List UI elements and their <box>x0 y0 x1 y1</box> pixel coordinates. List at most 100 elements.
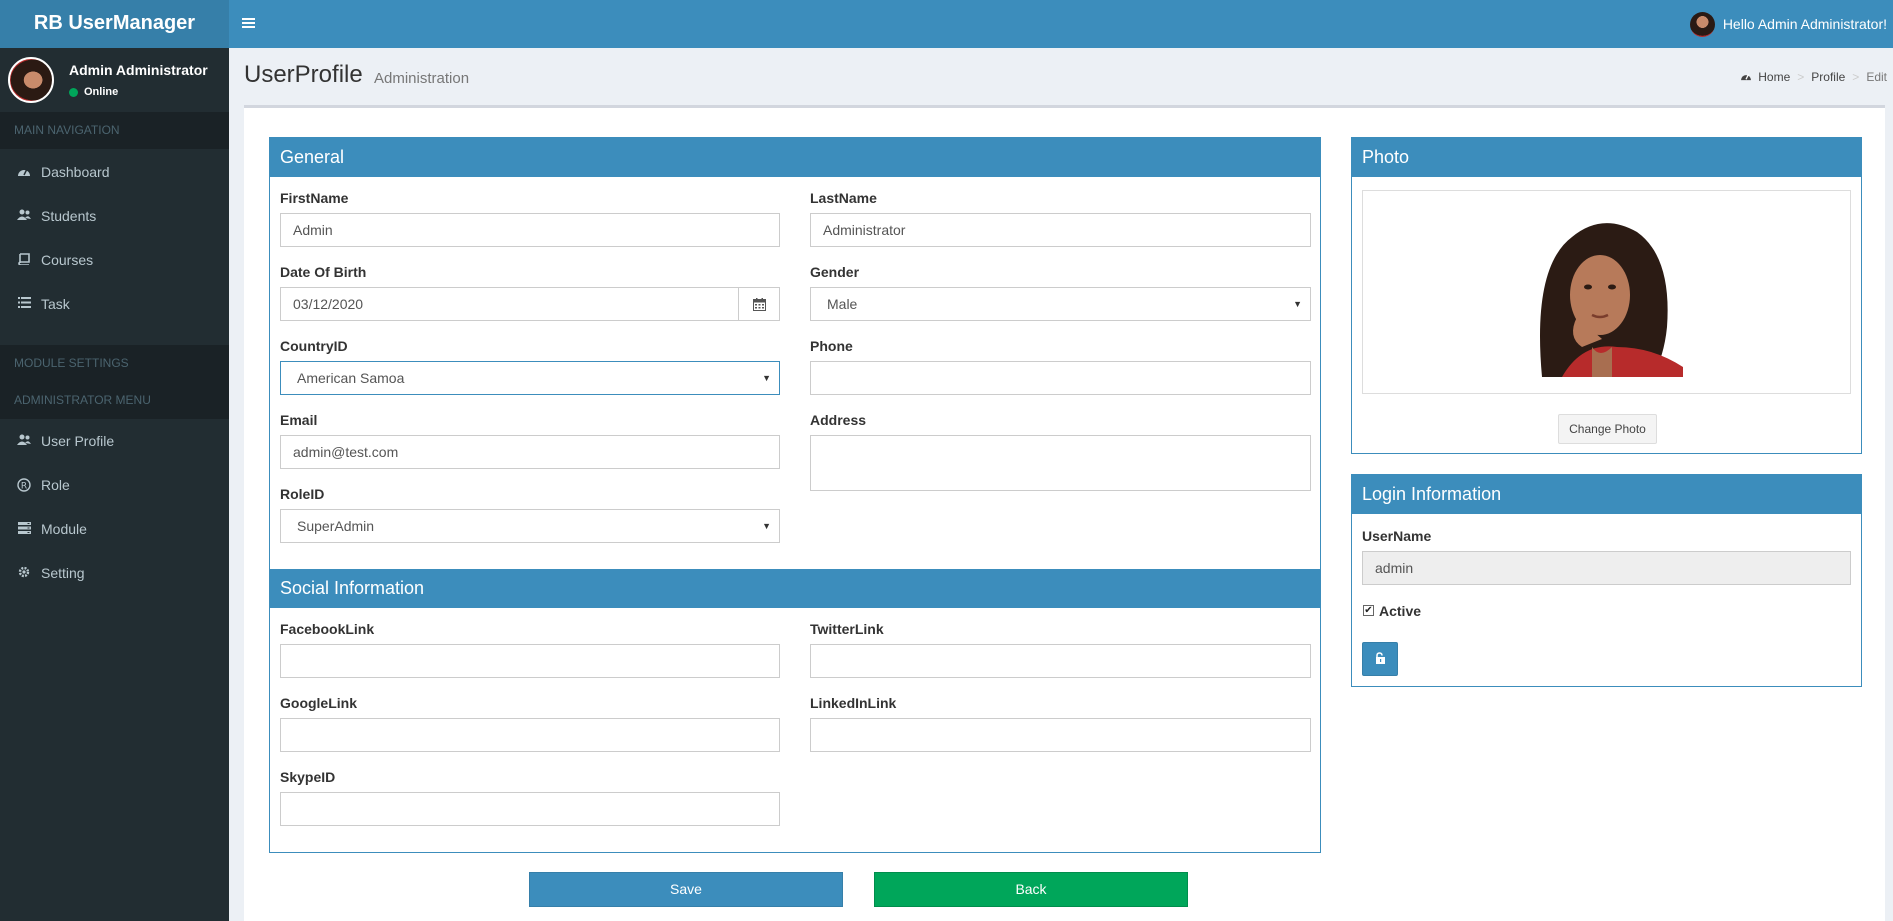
login-panel-title: Login Information <box>1352 475 1861 514</box>
change-photo-button[interactable]: Change Photo <box>1558 414 1657 444</box>
greeting-text: Hello Admin Administrator! <box>1722 16 1887 32</box>
sidebar-item-module[interactable]: Module <box>0 507 229 551</box>
nav-header-main: MAIN NAVIGATION <box>0 112 229 149</box>
linkedin-field[interactable] <box>810 718 1311 752</box>
social-panel-title: Social Information <box>270 569 1320 608</box>
firstname-field[interactable]: Admin <box>280 213 780 247</box>
sidebar-item-students[interactable]: Students <box>0 194 229 238</box>
dashboard-icon <box>1740 70 1752 84</box>
server-icon <box>17 522 31 536</box>
sidebar-item-role[interactable]: R Role <box>0 463 229 507</box>
nav-header-module-settings: MODULE SETTINGS <box>0 345 229 382</box>
users-icon <box>17 209 31 223</box>
role-label: RoleID <box>280 486 325 502</box>
calendar-icon[interactable] <box>738 287 780 321</box>
sidebar-item-label: User Profile <box>41 433 115 449</box>
user-menu[interactable]: Hello Admin Administrator! <box>1689 11 1887 37</box>
avatar <box>1689 11 1715 37</box>
chevron-down-icon: ▼ <box>762 521 771 531</box>
status-badge: Online <box>69 86 118 98</box>
sidebar-item-label: Role <box>41 477 70 493</box>
app-logo[interactable]: RB UserManager <box>0 0 229 48</box>
profile-photo <box>1522 207 1683 377</box>
country-selected-value: American Samoa <box>297 370 405 386</box>
unlock-icon <box>1375 651 1386 667</box>
sidebar-item-dashboard[interactable]: Dashboard <box>0 150 229 194</box>
phone-field[interactable] <box>810 361 1311 395</box>
active-checkbox[interactable]: ✔ <box>1363 605 1374 616</box>
google-field[interactable] <box>280 718 780 752</box>
lastname-label: LastName <box>810 190 877 206</box>
unlock-button[interactable] <box>1362 642 1398 676</box>
save-button[interactable]: Save <box>529 872 843 907</box>
gender-select[interactable]: Male ▼ <box>810 287 1311 321</box>
chevron-down-icon: ▼ <box>1293 299 1302 309</box>
photo-panel: Photo Change Photo <box>1351 137 1862 454</box>
chevron-down-icon: ▼ <box>762 373 771 383</box>
registered-icon: R <box>17 478 31 492</box>
sidebar-user-name: Admin Administrator <box>69 62 208 78</box>
username-field: admin <box>1362 551 1851 585</box>
twitter-field[interactable] <box>810 644 1311 678</box>
gear-icon <box>17 566 31 580</box>
breadcrumb-separator: > <box>1797 70 1805 84</box>
svg-text:R: R <box>21 482 27 492</box>
sidebar-item-courses[interactable]: Courses <box>0 238 229 282</box>
username-label: UserName <box>1362 528 1432 544</box>
sidebar-item-label: Courses <box>41 252 94 268</box>
photo-frame <box>1362 190 1851 394</box>
firstname-label: FirstName <box>280 190 349 206</box>
online-dot-icon <box>69 87 78 97</box>
linkedin-label: LinkedInLink <box>810 695 897 711</box>
breadcrumb: Home > Profile > Edit <box>1740 70 1887 84</box>
book-icon <box>17 253 31 267</box>
sidebar-item-setting[interactable]: Setting <box>0 551 229 595</box>
breadcrumb-profile[interactable]: Profile <box>1811 70 1845 84</box>
gender-selected-value: Male <box>827 296 858 312</box>
login-panel: Login Information UserName admin ✔ Activ… <box>1351 474 1862 687</box>
skype-field[interactable] <box>280 792 780 826</box>
sidebar-item-task[interactable]: Task <box>0 282 229 326</box>
gender-label: Gender <box>810 264 860 280</box>
sidebar-item-label: Setting <box>41 565 85 581</box>
country-select[interactable]: American Samoa ▼ <box>280 361 780 395</box>
menu-toggle-icon[interactable] <box>242 14 256 32</box>
nav-header-admin-menu: ADMINISTRATOR MENU <box>0 382 229 419</box>
email-field[interactable]: admin@test.com <box>280 435 780 469</box>
top-navbar: RB UserManager Hello Admin Administrator… <box>0 0 1893 48</box>
role-select[interactable]: SuperAdmin ▼ <box>280 509 780 543</box>
avatar <box>8 57 54 103</box>
dashboard-icon <box>17 165 31 179</box>
photo-panel-title: Photo <box>1352 138 1861 177</box>
dob-label: Date Of Birth <box>280 264 367 280</box>
email-label: Email <box>280 412 318 428</box>
sidebar-item-label: Students <box>41 208 97 224</box>
twitter-label: TwitterLink <box>810 621 884 637</box>
general-panel: General FirstName Admin LastName Adminis… <box>269 137 1321 853</box>
page-title: UserProfile <box>244 61 363 88</box>
breadcrumb-home[interactable]: Home <box>1758 70 1790 84</box>
sidebar-item-label: Module <box>41 521 87 537</box>
sidebar: Admin Administrator Online MAIN NAVIGATI… <box>0 48 229 921</box>
general-panel-title: General <box>270 138 1320 177</box>
country-label: CountryID <box>280 338 348 354</box>
users-icon <box>17 434 31 448</box>
facebook-label: FacebookLink <box>280 621 375 637</box>
sidebar-item-label: Task <box>41 296 70 312</box>
phone-label: Phone <box>810 338 853 354</box>
role-selected-value: SuperAdmin <box>297 518 375 534</box>
back-button[interactable]: Back <box>874 872 1188 907</box>
lastname-field[interactable]: Administrator <box>810 213 1311 247</box>
status-text: Online <box>84 86 119 98</box>
page-subtitle: Administration <box>374 70 470 87</box>
sidebar-item-user-profile[interactable]: User Profile <box>0 419 229 463</box>
breadcrumb-edit: Edit <box>1866 70 1887 84</box>
active-label: Active <box>1379 603 1422 619</box>
skype-label: SkypeID <box>280 769 336 785</box>
dob-field[interactable]: 03/12/2020 <box>280 287 739 321</box>
google-label: GoogleLink <box>280 695 357 711</box>
facebook-field[interactable] <box>280 644 780 678</box>
address-textarea[interactable] <box>810 435 1311 491</box>
user-panel: Admin Administrator Online <box>0 48 229 112</box>
sidebar-item-label: Dashboard <box>41 164 110 180</box>
